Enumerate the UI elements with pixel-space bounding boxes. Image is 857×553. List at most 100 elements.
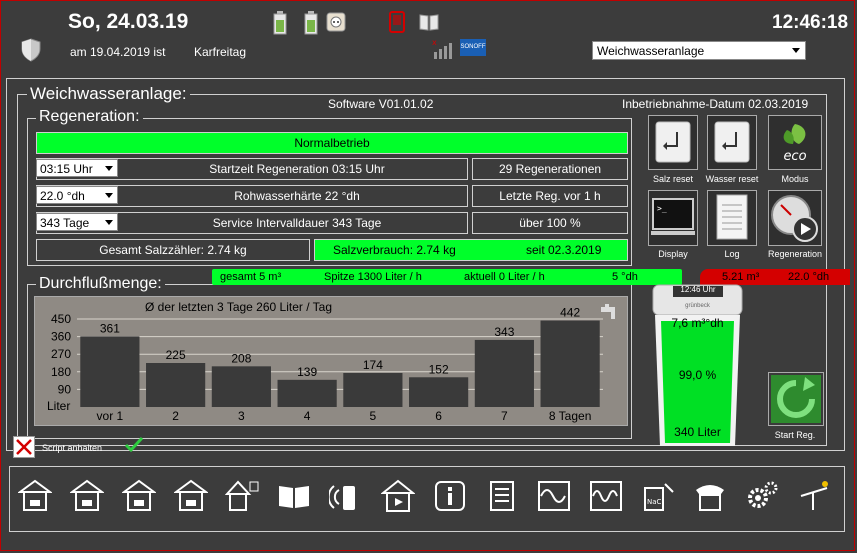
flow-chart: Ø der letzten 3 Tage 260 Liter / Tag 450… <box>34 296 628 426</box>
tank-percent: 99,0 % <box>678 368 717 382</box>
service-percent: über 100 % <box>472 212 628 234</box>
wireless-device-icon[interactable] <box>329 478 363 514</box>
flow-peak: Spitze 1300 Liter / h <box>324 271 422 283</box>
salt-sensor-icon[interactable]: NaCl <box>641 478 675 514</box>
chart-ylabel: Liter <box>47 399 70 413</box>
house-salt-icon[interactable] <box>18 478 52 514</box>
info-icon[interactable] <box>433 478 467 514</box>
shield-icon[interactable] <box>20 38 42 62</box>
antenna-icon[interactable] <box>797 478 831 514</box>
salt-usage-bar: Salzverbrauch: 2.74 kg seit 02.3.2019 <box>314 239 628 261</box>
chevron-down-icon <box>105 166 113 171</box>
hardness-value: 22.0 °dh <box>40 189 85 203</box>
salt-total: Gesamt Salzzähler: 2.74 kg <box>36 239 310 261</box>
house-salt-icon[interactable] <box>122 478 156 514</box>
regen-time-label: Startzeit Regeneration 03:15 Uhr <box>209 162 385 176</box>
chevron-down-icon <box>105 193 113 198</box>
flow-hardness-out: 5 °dh <box>612 271 638 283</box>
header-time: 12:46:18 <box>772 12 849 33</box>
chart-bar <box>211 366 271 407</box>
house-info-icon[interactable] <box>225 478 259 514</box>
battery-icon <box>304 11 318 35</box>
close-icon <box>16 439 32 455</box>
bar-value-label: 139 <box>297 365 317 379</box>
phone-alert-icon <box>389 11 405 33</box>
gear-icon[interactable] <box>745 478 779 514</box>
svg-text:NaCl: NaCl <box>647 498 663 506</box>
view-select-value: Weichwasseranlage <box>597 44 705 58</box>
house-salt-icon[interactable] <box>70 478 104 514</box>
x-tick-label: 6 <box>435 409 442 423</box>
tank-clock: 12:46 Uhr <box>680 285 716 294</box>
x-tick-label: 4 <box>304 409 311 423</box>
display-button[interactable]: >_ <box>648 190 698 246</box>
y-tick-label: 450 <box>51 312 71 326</box>
flow-total: gesamt 5 m³ <box>220 271 282 283</box>
flow-pipe: gesamt 5 m³ Spitze 1300 Liter / h aktuel… <box>212 269 682 285</box>
regen-time-value: 03:15 Uhr <box>40 162 93 176</box>
documents-icon[interactable] <box>485 478 519 514</box>
regen-count: 29 Regenerationen <box>472 158 628 180</box>
gauge-play-icon <box>771 195 818 242</box>
water-reset-button[interactable] <box>707 115 757 170</box>
bar-value-label: 361 <box>100 321 120 335</box>
svg-text:>_: >_ <box>657 204 667 213</box>
script-stop-button[interactable] <box>13 436 35 458</box>
chart-bar <box>146 363 206 407</box>
chevron-down-icon <box>792 48 800 53</box>
bar-value-label: 208 <box>231 351 251 365</box>
x-tick-label: 7 <box>501 409 508 423</box>
start-reg-label: Start Reg. <box>774 430 816 440</box>
salt-since: seit 02.3.2019 <box>526 243 602 257</box>
house-salt-icon[interactable] <box>174 478 208 514</box>
regeneration-button[interactable] <box>768 190 822 246</box>
reset-key-icon <box>714 121 750 163</box>
regen-time-select[interactable]: 03:15 Uhr <box>36 159 118 177</box>
hardness-label: Rohwasserhärte 22 °dh <box>234 189 360 203</box>
house-media-icon[interactable] <box>381 478 415 514</box>
waveform-u-icon[interactable] <box>537 478 571 514</box>
chart-bar <box>277 379 337 407</box>
header-date: So, 24.03.19 <box>68 10 189 33</box>
holiday-name: Karfreitag <box>194 45 247 59</box>
svg-text:x: x <box>432 38 437 47</box>
bar-value-label: 152 <box>429 362 449 376</box>
raw-hardness: 22.0 °dh <box>788 271 830 283</box>
flow-legend: Durchflußmenge: <box>36 275 165 293</box>
regeneration-label: Regeneration <box>767 249 823 259</box>
software-version: Software V01.01.02 <box>328 97 434 111</box>
bar-value-label: 225 <box>166 348 186 362</box>
sonoff-logo: SONOFF <box>460 39 486 56</box>
mode-button[interactable]: eco <box>768 115 822 170</box>
log-button[interactable] <box>707 190 757 246</box>
mode-label: Modus <box>781 174 809 184</box>
signal-strength-icon: x <box>432 38 452 59</box>
x-tick-label: 8 Tagen <box>549 409 592 423</box>
salt-reset-button[interactable] <box>648 115 698 170</box>
book-open-icon[interactable] <box>277 478 311 514</box>
flow-chart-svg: Ø der letzten 3 Tage 260 Liter / Tag 450… <box>47 300 603 423</box>
checkmark-icon <box>124 436 144 452</box>
battery-icon <box>273 11 287 35</box>
page-title: Weichwasseranlage: <box>27 84 190 104</box>
start-regeneration-button[interactable] <box>768 372 824 426</box>
service-label: Service Intervalldauer 343 Tage <box>212 216 382 230</box>
waveform-meter-icon[interactable] <box>589 478 623 514</box>
display-label: Display <box>658 249 688 259</box>
hardness-select[interactable]: 22.0 °dh <box>36 186 118 204</box>
tank-capacity: 7,6 m³°dh <box>671 316 724 330</box>
bar-value-label: 343 <box>494 325 514 339</box>
chart-bar <box>343 372 403 407</box>
view-select[interactable]: Weichwasseranlage <box>592 41 806 60</box>
document-icon <box>716 194 748 240</box>
status-bar: Normalbetrieb <box>36 132 628 154</box>
x-tick-label: 3 <box>238 409 245 423</box>
chevron-down-icon <box>105 220 113 225</box>
chart-title: Ø der letzten 3 Tage 260 Liter / Tag <box>145 300 332 314</box>
x-tick-label: 2 <box>172 409 179 423</box>
faucet-icon <box>601 304 615 319</box>
service-select[interactable]: 343 Tage <box>36 213 118 231</box>
x-tick-label: vor 1 <box>97 409 124 423</box>
regeneration-legend: Regeneration: <box>36 108 143 126</box>
telephone-icon[interactable] <box>693 478 727 514</box>
